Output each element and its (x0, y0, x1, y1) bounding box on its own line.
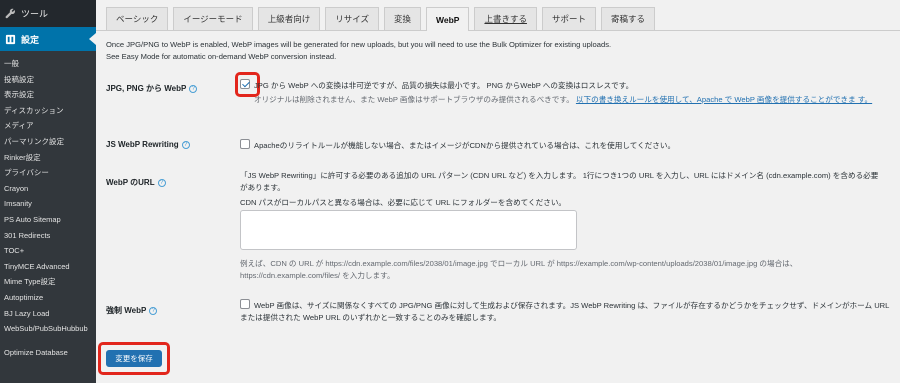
submenu-item-bj-lazy-load[interactable]: BJ Lazy Load (0, 306, 96, 322)
submenu-item-toc[interactable]: TOC+ (0, 243, 96, 259)
submenu-item-rinker[interactable]: Rinker設定 (0, 150, 96, 166)
submenu-item-imsanity[interactable]: Imsanity (0, 196, 96, 212)
submenu-item-ps-auto-sitemap[interactable]: PS Auto Sitemap (0, 212, 96, 228)
tab-label: イージーモード (183, 14, 243, 24)
jpg-png-webp-desc-1: JPG から WebP への変換は非可逆ですが、品質の損失は最小です。 PNG … (254, 81, 634, 90)
webp-notice: Once JPG/PNG to WebP is enabled, WebP im… (106, 39, 611, 62)
submenu-item-mime-type[interactable]: Mime Type設定 (0, 274, 96, 290)
tab-label: WebP (435, 14, 460, 25)
jpg-png-webp-control: JPG から WebP への変換は非可逆ですが、品質の損失は最小です。 PNG … (240, 79, 880, 106)
webp-url-desc-block: 「JS WebP Rewriting」に許可する必要のある追加の URL パター… (240, 170, 880, 209)
webp-url-example: 例えば、CDN の URL が https://cdn.example.com/… (240, 259, 798, 280)
tab-webp[interactable]: WebP (425, 7, 470, 31)
submenu-item-websub[interactable]: WebSub/PubSubHubbub (0, 321, 96, 345)
submenu-item-crayon[interactable]: Crayon (0, 181, 96, 197)
submenu-item-301-redirects[interactable]: 301 Redirects (0, 228, 96, 244)
help-icon[interactable]: ? (181, 140, 190, 149)
tab-advanced[interactable]: 上級者向け (257, 7, 321, 30)
wrench-icon (4, 8, 16, 20)
submenu-item-privacy[interactable]: プライバシー (0, 165, 96, 181)
settings-tabs: ベーシック イージーモード 上級者向け リサイズ 変換 WebP 上書きする サ… (106, 7, 660, 31)
tab-label: 寄稿する (610, 14, 645, 24)
help-icon[interactable]: ? (149, 306, 158, 315)
submenu-item-permalinks[interactable]: パーマリンク設定 (0, 134, 96, 150)
webp-url-desc-1: 「JS WebP Rewriting」に許可する必要のある追加の URL パター… (240, 171, 879, 192)
jpg-png-webp-desc-2: オリジナルは削除されません、また WebP 画像はサポートブラウザのみ提供される… (254, 95, 574, 104)
jpg-png-webp-checkbox[interactable] (240, 79, 250, 89)
help-icon[interactable]: ? (189, 84, 198, 93)
help-icon[interactable]: ? (157, 178, 166, 187)
submenu-item-writing[interactable]: 投稿設定 (0, 72, 96, 88)
tab-label: 変換 (393, 14, 411, 24)
webp-url-textarea[interactable] (240, 210, 577, 250)
tab-convert[interactable]: 変換 (383, 7, 421, 30)
submenu-item-tinymce[interactable]: TinyMCE Advanced (0, 259, 96, 275)
force-webp-label-text: 強制 WebP (106, 306, 147, 315)
js-webp-checkbox[interactable] (240, 139, 250, 149)
force-webp-checkbox[interactable] (240, 299, 250, 309)
js-webp-label-text: JS WebP Rewriting (106, 140, 179, 149)
notice-line-2: See Easy Mode for automatic on-demand We… (106, 51, 337, 61)
tab-support[interactable]: サポート (541, 7, 596, 30)
save-changes-button[interactable]: 変更を保存 (106, 350, 162, 367)
tab-label: ベーシック (116, 14, 159, 24)
sidebar-item-settings[interactable]: 設定 (0, 27, 96, 51)
webp-url-label-text: WebP のURL (106, 178, 155, 187)
settings-icon (4, 33, 16, 45)
sidebar-item-tools[interactable]: ツール (0, 0, 96, 27)
webp-url-desc-2: CDN パスがローカルパスと異なる場合は、必要に応じて URL にフォルダーを含… (240, 198, 567, 207)
tab-basic[interactable]: ベーシック (106, 7, 169, 30)
tab-label: 上級者向け (267, 14, 311, 24)
jpg-png-webp-label-text: JPG, PNG から WebP (106, 84, 187, 93)
force-webp-label: 強制 WebP ? (106, 305, 158, 316)
tab-resize[interactable]: リサイズ (325, 7, 379, 30)
sidebar-label-tools: ツール (21, 9, 49, 19)
tab-label: 上書きする (484, 14, 527, 24)
force-webp-control: WebP 画像は、サイズに関係なくすべての JPG/PNG 画像に対して生成およ… (240, 299, 890, 324)
settings-submenu: 一般 投稿設定 表示設定 ディスカッション メディア パーマリンク設定 Rink… (0, 51, 96, 383)
submenu-item-media[interactable]: メディア (0, 118, 96, 134)
submenu-item-general[interactable]: 一般 (0, 56, 96, 72)
sidebar-label-settings: 設定 (21, 34, 40, 45)
tab-label: リサイズ (335, 14, 369, 24)
js-webp-label: JS WebP Rewriting ? (106, 140, 190, 149)
submenu-item-autoptimize[interactable]: Autoptimize (0, 290, 96, 306)
submenu-item-reading[interactable]: 表示設定 (0, 87, 96, 103)
webp-url-label: WebP のURL ? (106, 177, 166, 188)
tab-overrides[interactable]: 上書きする (474, 7, 537, 30)
js-webp-desc: Apacheのリライトルールが機能しない場合、またはイメージがCDNから提供され… (254, 141, 676, 150)
rewrite-rules-link[interactable]: 以下の書き換えルールを使用して、Apache で WebP 画像を提供することが… (576, 95, 872, 104)
submenu-item-discussion[interactable]: ディスカッション (0, 103, 96, 119)
tab-easy-mode[interactable]: イージーモード (173, 7, 253, 30)
tab-label: サポート (551, 14, 586, 24)
notice-line-1: Once JPG/PNG to WebP is enabled, WebP im… (106, 40, 612, 49)
submenu-item-optimize-database[interactable]: Optimize Database (0, 345, 96, 361)
force-webp-desc: WebP 画像は、サイズに関係なくすべての JPG/PNG 画像に対して生成およ… (240, 301, 890, 322)
settings-main: ベーシック イージーモード 上級者向け リサイズ 変換 WebP 上書きする サ… (96, 0, 900, 383)
admin-sidebar: ツール 設定 一般 投稿設定 表示設定 ディスカッション メディア パーマリンク… (0, 0, 96, 383)
js-webp-control: Apacheのリライトルールが機能しない場合、またはイメージがCDNから提供され… (240, 139, 880, 152)
tab-contribute[interactable]: 寄稿する (600, 7, 655, 30)
jpg-png-webp-label: JPG, PNG から WebP ? (106, 83, 198, 94)
